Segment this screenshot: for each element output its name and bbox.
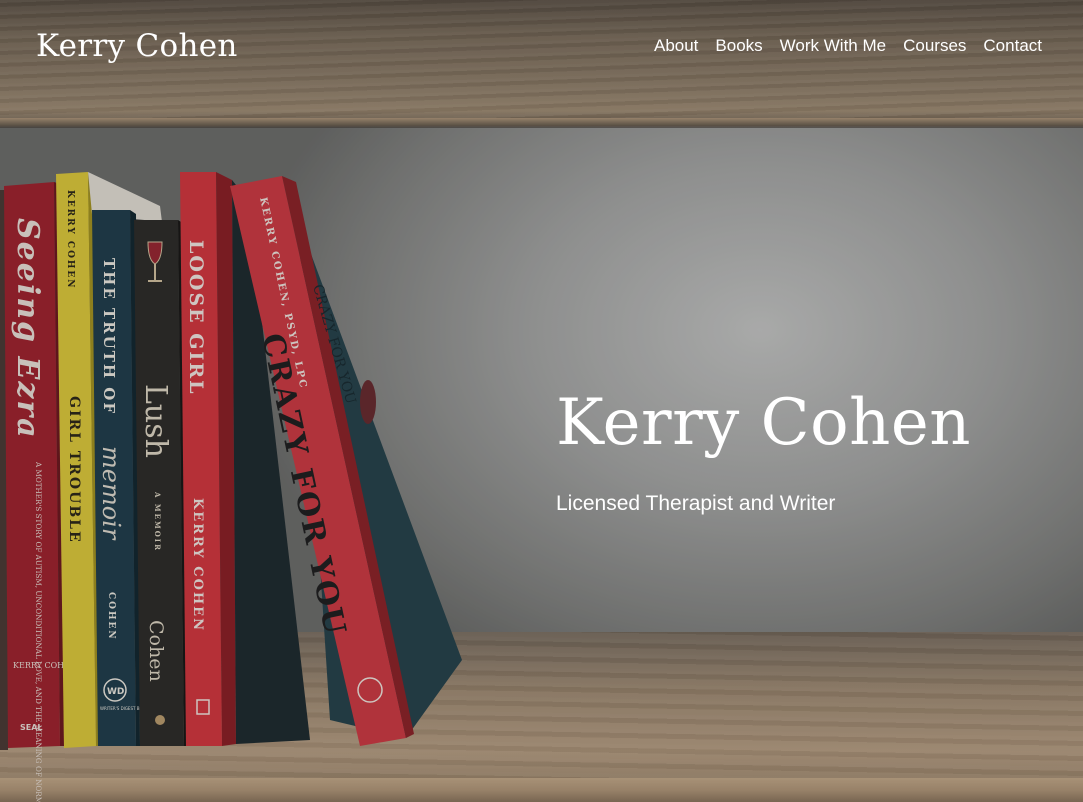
nav-courses[interactable]: Courses — [903, 36, 966, 56]
site-header: Kerry Cohen About Books Work With Me Cou… — [0, 0, 1083, 92]
main-nav: About Books Work With Me Courses Contact — [637, 36, 1042, 56]
nav-books[interactable]: Books — [715, 36, 762, 56]
hero-subtitle: Licensed Therapist and Writer — [556, 492, 836, 515]
nav-about[interactable]: About — [654, 36, 698, 56]
nav-contact[interactable]: Contact — [983, 36, 1042, 56]
site-logo-link[interactable]: Kerry Cohen — [36, 28, 238, 64]
hero-title: Kerry Cohen — [556, 386, 971, 460]
nav-work-with-me[interactable]: Work With Me — [780, 36, 886, 56]
